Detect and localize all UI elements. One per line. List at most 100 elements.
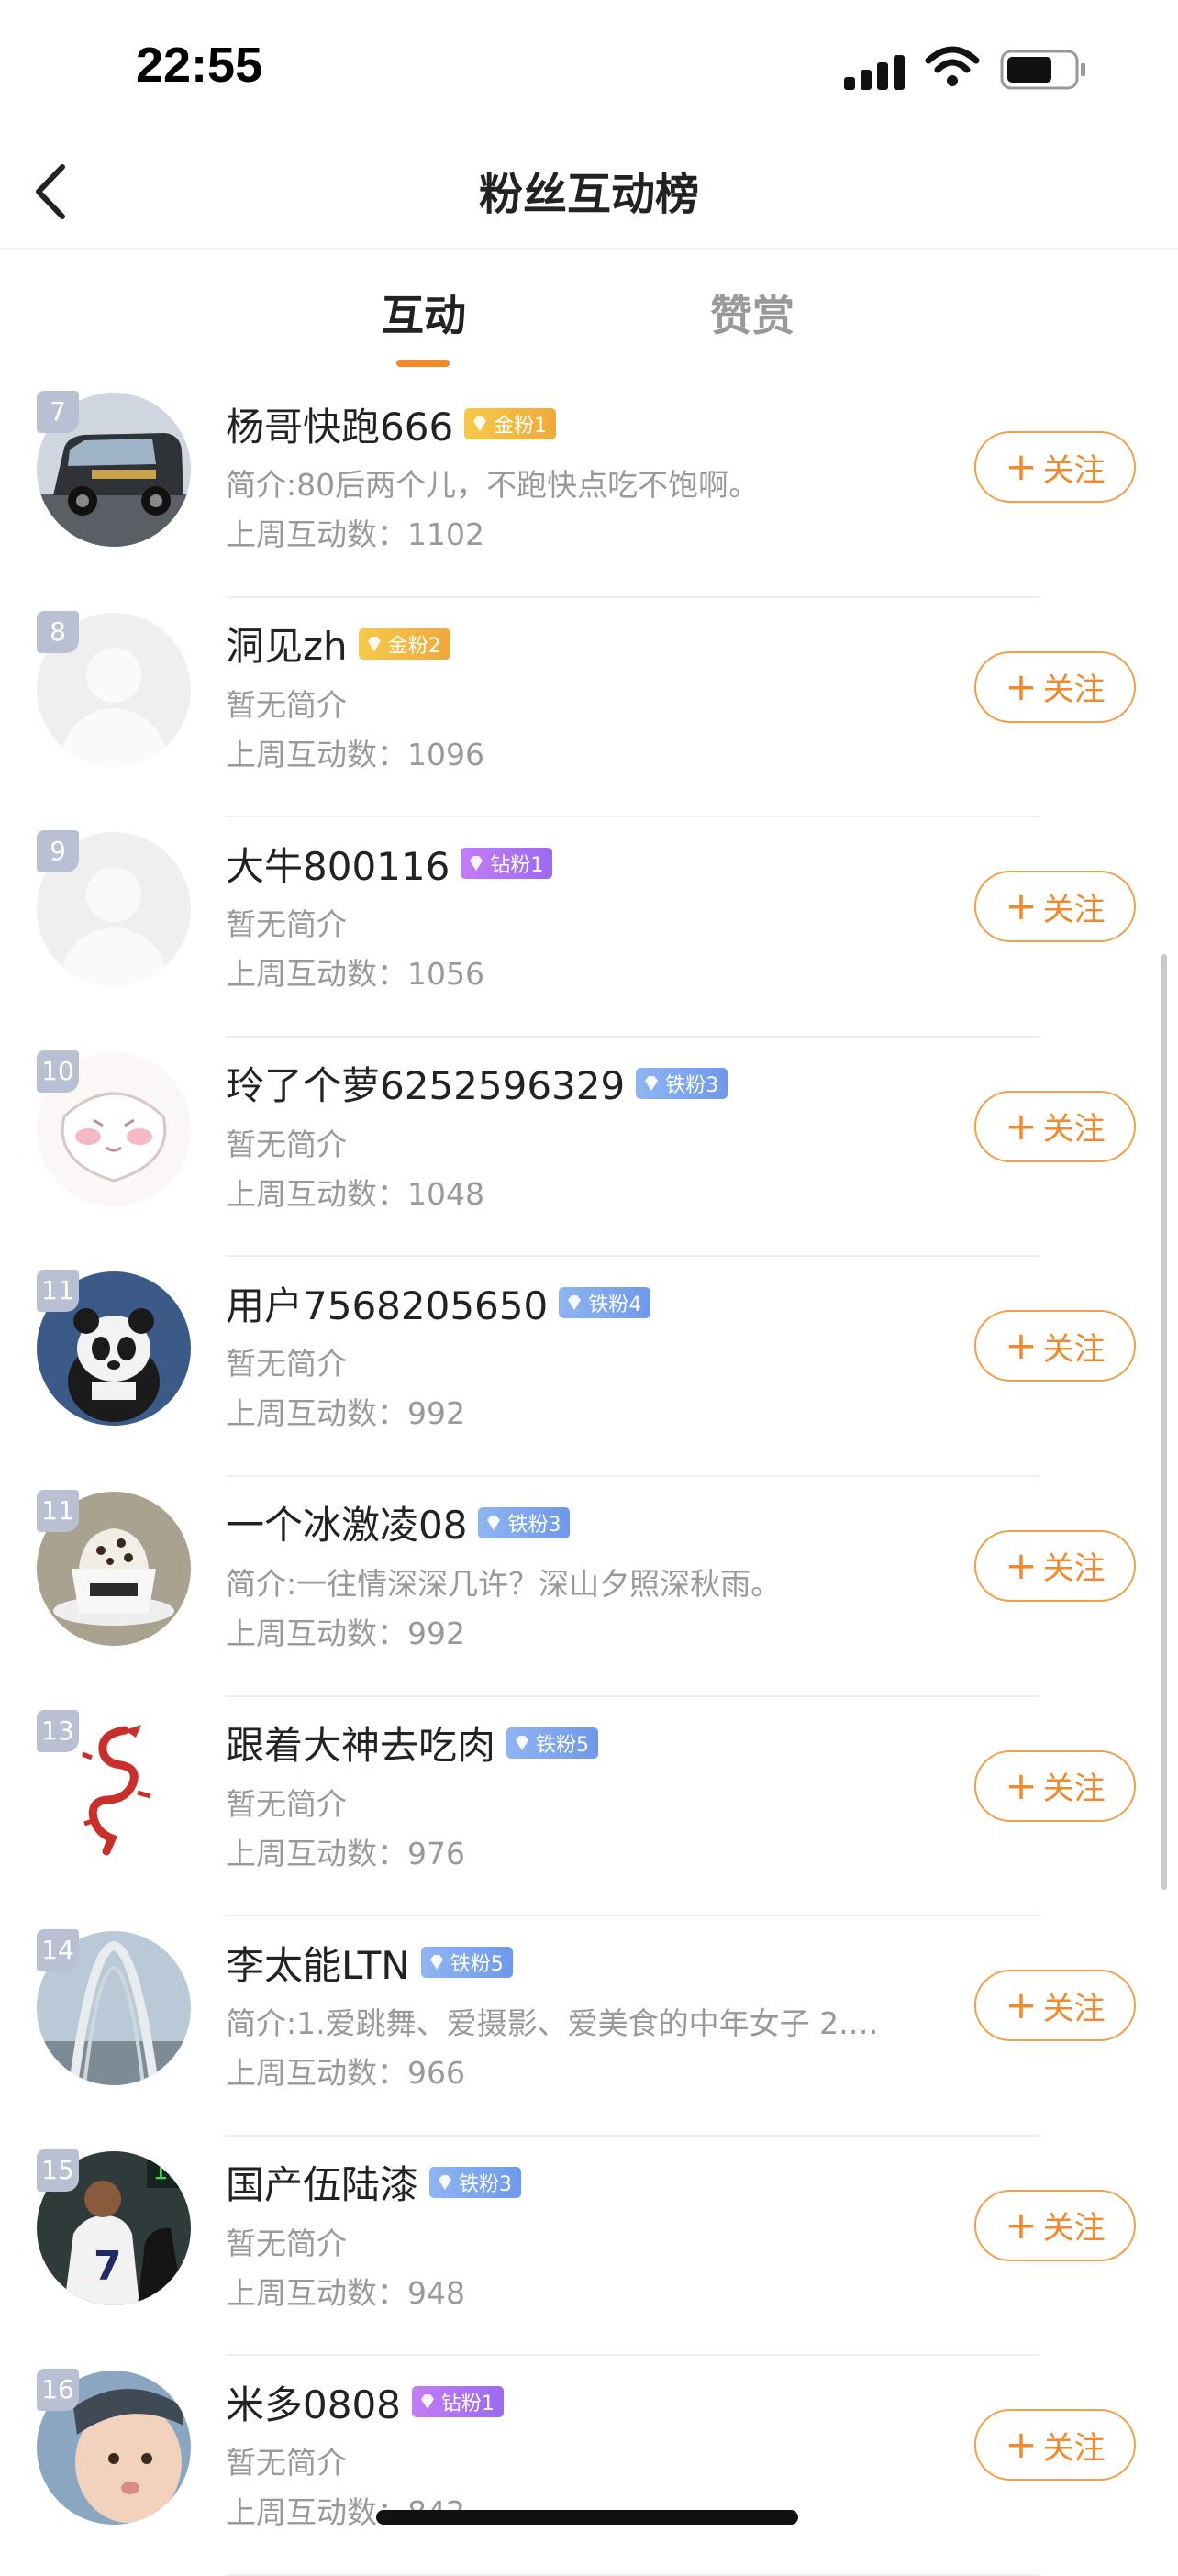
username-line: 洞见zh 金粉2 (226, 616, 450, 672)
user-bio: 暂无简介 (226, 686, 347, 723)
user-bio: 暂无简介 (226, 2445, 347, 2482)
follow-button[interactable]: + 关注 (974, 2189, 1136, 2261)
username[interactable]: 一个冰激凌08 (226, 1494, 467, 1550)
username[interactable]: 李太能LTN (226, 1935, 410, 1991)
wifi-icon (925, 46, 980, 86)
follow-button-label: 关注 (1042, 2210, 1106, 2248)
fan-list-item-16[interactable]: 16 米多0808 钻粉1 暂无简介 上周互动数：842 + 关注 (0, 2356, 1178, 2576)
fan-level-badge: 钻粉1 (411, 2386, 504, 2418)
follow-button[interactable]: + 关注 (974, 1090, 1136, 1162)
fan-list-item-9[interactable]: 9 大牛800116 钻粉1 暂无简介 上周互动数：1056 + 关注 (0, 817, 1178, 1038)
gem-icon (487, 1515, 501, 1530)
username-line: 玲了个萝6252596329 铁粉3 (226, 1056, 728, 1111)
plus-icon: + (1005, 1982, 1038, 2028)
username-line: 国产伍陆漆 铁粉3 (226, 2154, 522, 2210)
username[interactable]: 米多0808 (226, 2374, 401, 2430)
gem-icon (516, 1735, 529, 1750)
plus-icon: + (1005, 663, 1038, 709)
status-time: 22:55 (136, 38, 263, 93)
username[interactable]: 杨哥快跑666 (226, 396, 453, 452)
battery-icon (1000, 50, 1085, 90)
cellular-signal-icon (844, 48, 908, 90)
page-title: 粉丝互动榜 (478, 169, 699, 220)
follow-button-label: 关注 (1042, 672, 1106, 709)
weekly-interaction-count: 上周互动数：1048 (226, 1175, 484, 1212)
fan-badge-label: 铁粉3 (665, 1073, 719, 1097)
follow-button-label: 关注 (1042, 1771, 1106, 1808)
follow-button[interactable]: + 关注 (974, 871, 1136, 943)
fan-level-badge: 金粉2 (358, 627, 450, 660)
fan-list-item-8[interactable]: 8 洞见zh 金粉2 暂无简介 上周互动数：1096 + 关注 (0, 598, 1178, 818)
username[interactable]: 国产伍陆漆 (226, 2154, 418, 2210)
tab-bar: 互动 赞赏 (0, 250, 1178, 378)
follow-button[interactable]: + 关注 (974, 1970, 1136, 2042)
username[interactable]: 跟着大神去吃肉 (226, 1715, 495, 1771)
follow-button-label: 关注 (1042, 1990, 1106, 2027)
username[interactable]: 大牛800116 (226, 836, 450, 892)
rank-badge: 7 (37, 391, 79, 433)
fan-level-badge: 铁粉3 (636, 1067, 728, 1099)
follow-button[interactable]: + 关注 (974, 2409, 1136, 2482)
fan-badge-label: 钻粉1 (440, 2393, 495, 2416)
follow-button-label: 关注 (1042, 2429, 1106, 2467)
weekly-interaction-count: 上周互动数：1102 (226, 516, 484, 552)
follow-button[interactable]: + 关注 (974, 1310, 1136, 1382)
username-line: 一个冰激凌08 铁粉3 (226, 1494, 571, 1550)
tab-interaction[interactable]: 互动 (332, 283, 516, 343)
fan-list-item-7[interactable]: 7 杨哥快跑666 金粉1 简介:80后两个儿，不跑快点吃不饱啊。 上周互动数：… (0, 378, 1178, 598)
plus-icon: + (1005, 1323, 1038, 1369)
status-bar: 22:55 (0, 0, 1178, 138)
username-line: 大牛800116 钻粉1 (226, 836, 553, 892)
rank-badge: 8 (37, 610, 79, 653)
fan-badge-label: 铁粉3 (507, 1513, 561, 1537)
fan-list-item-10[interactable]: 10 玲了个萝6252596329 铁粉3 暂无简介 上周互动数：1048 + … (0, 1038, 1178, 1258)
fan-list-item-13[interactable]: 13 跟着大神去吃肉 铁粉5 暂无简介 上周互动数：976 + 关注 (0, 1697, 1178, 1917)
rank-badge: 16 (37, 2369, 79, 2412)
fan-level-badge: 金粉1 (464, 408, 557, 439)
weekly-interaction-count: 上周互动数：992 (226, 1615, 465, 1651)
fan-level-badge: 铁粉5 (420, 1947, 513, 1979)
gem-icon (473, 416, 487, 431)
fan-list-item-11[interactable]: 11 用户7568205650 铁粉4 暂无简介 上周互动数：992 + 关注 (0, 1257, 1178, 1477)
plus-icon: + (1005, 444, 1038, 489)
rank-badge: 14 (37, 1929, 79, 1972)
follow-button[interactable]: + 关注 (974, 1529, 1136, 1602)
fan-list-item-14[interactable]: 14 李太能LTN 铁粉5 简介:1.爱跳舞、爱摄影、爱美食的中年女子 2.… … (0, 1916, 1178, 2137)
fan-badge-label: 金粉1 (494, 415, 548, 438)
user-bio: 暂无简介 (226, 1126, 347, 1162)
weekly-interaction-count: 上周互动数：992 (226, 1395, 465, 1432)
follow-button[interactable]: + 关注 (974, 431, 1136, 503)
plus-icon: + (1005, 883, 1038, 929)
follow-button[interactable]: + 关注 (974, 650, 1136, 723)
user-bio: 暂无简介 (226, 1346, 347, 1382)
rank-badge: 11 (37, 1270, 79, 1313)
follow-button[interactable]: + 关注 (974, 1749, 1136, 1822)
weekly-interaction-count: 上周互动数：976 (226, 1835, 465, 1871)
user-bio: 暂无简介 (226, 906, 347, 943)
plus-icon: + (1005, 1103, 1038, 1149)
follow-button-label: 关注 (1042, 1111, 1106, 1149)
follow-button-label: 关注 (1042, 451, 1106, 489)
follow-button-label: 关注 (1042, 1330, 1106, 1368)
gem-icon (645, 1075, 659, 1091)
username[interactable]: 洞见zh (226, 616, 348, 672)
rank-badge: 11 (37, 1489, 79, 1532)
fan-list-item-11[interactable]: 11 一个冰激凌08 铁粉3 简介:一往情深深几许？深山夕照深秋雨。 上周互动数… (0, 1477, 1178, 1697)
user-bio: 简介:一往情深深几许？深山夕照深秋雨。 (226, 1565, 782, 1602)
tab-reward[interactable]: 赞赏 (661, 283, 844, 343)
rank-badge: 15 (37, 2149, 79, 2192)
gem-icon (429, 1955, 443, 1971)
user-bio: 简介:80后两个儿，不跑快点吃不饱啊。 (226, 467, 760, 503)
user-bio: 暂无简介 (226, 1785, 347, 1822)
username[interactable]: 玲了个萝6252596329 (226, 1055, 625, 1111)
scrollbar[interactable] (1161, 954, 1167, 1890)
username[interactable]: 用户7568205650 (226, 1275, 548, 1331)
gem-icon (470, 856, 483, 872)
gem-icon (568, 1295, 582, 1311)
home-indicator[interactable] (376, 2510, 798, 2525)
fan-badge-label: 铁粉5 (450, 1953, 504, 1977)
username-line: 用户7568205650 铁粉4 (226, 1275, 651, 1331)
navigation-bar: 粉丝互动榜 (0, 138, 1178, 250)
fan-list-item-15[interactable]: 18 7 15 国产伍陆漆 铁粉3 暂无简介 上周互动数：948 + 关注 (0, 2137, 1178, 2357)
fan-level-badge: 铁粉3 (478, 1506, 571, 1538)
